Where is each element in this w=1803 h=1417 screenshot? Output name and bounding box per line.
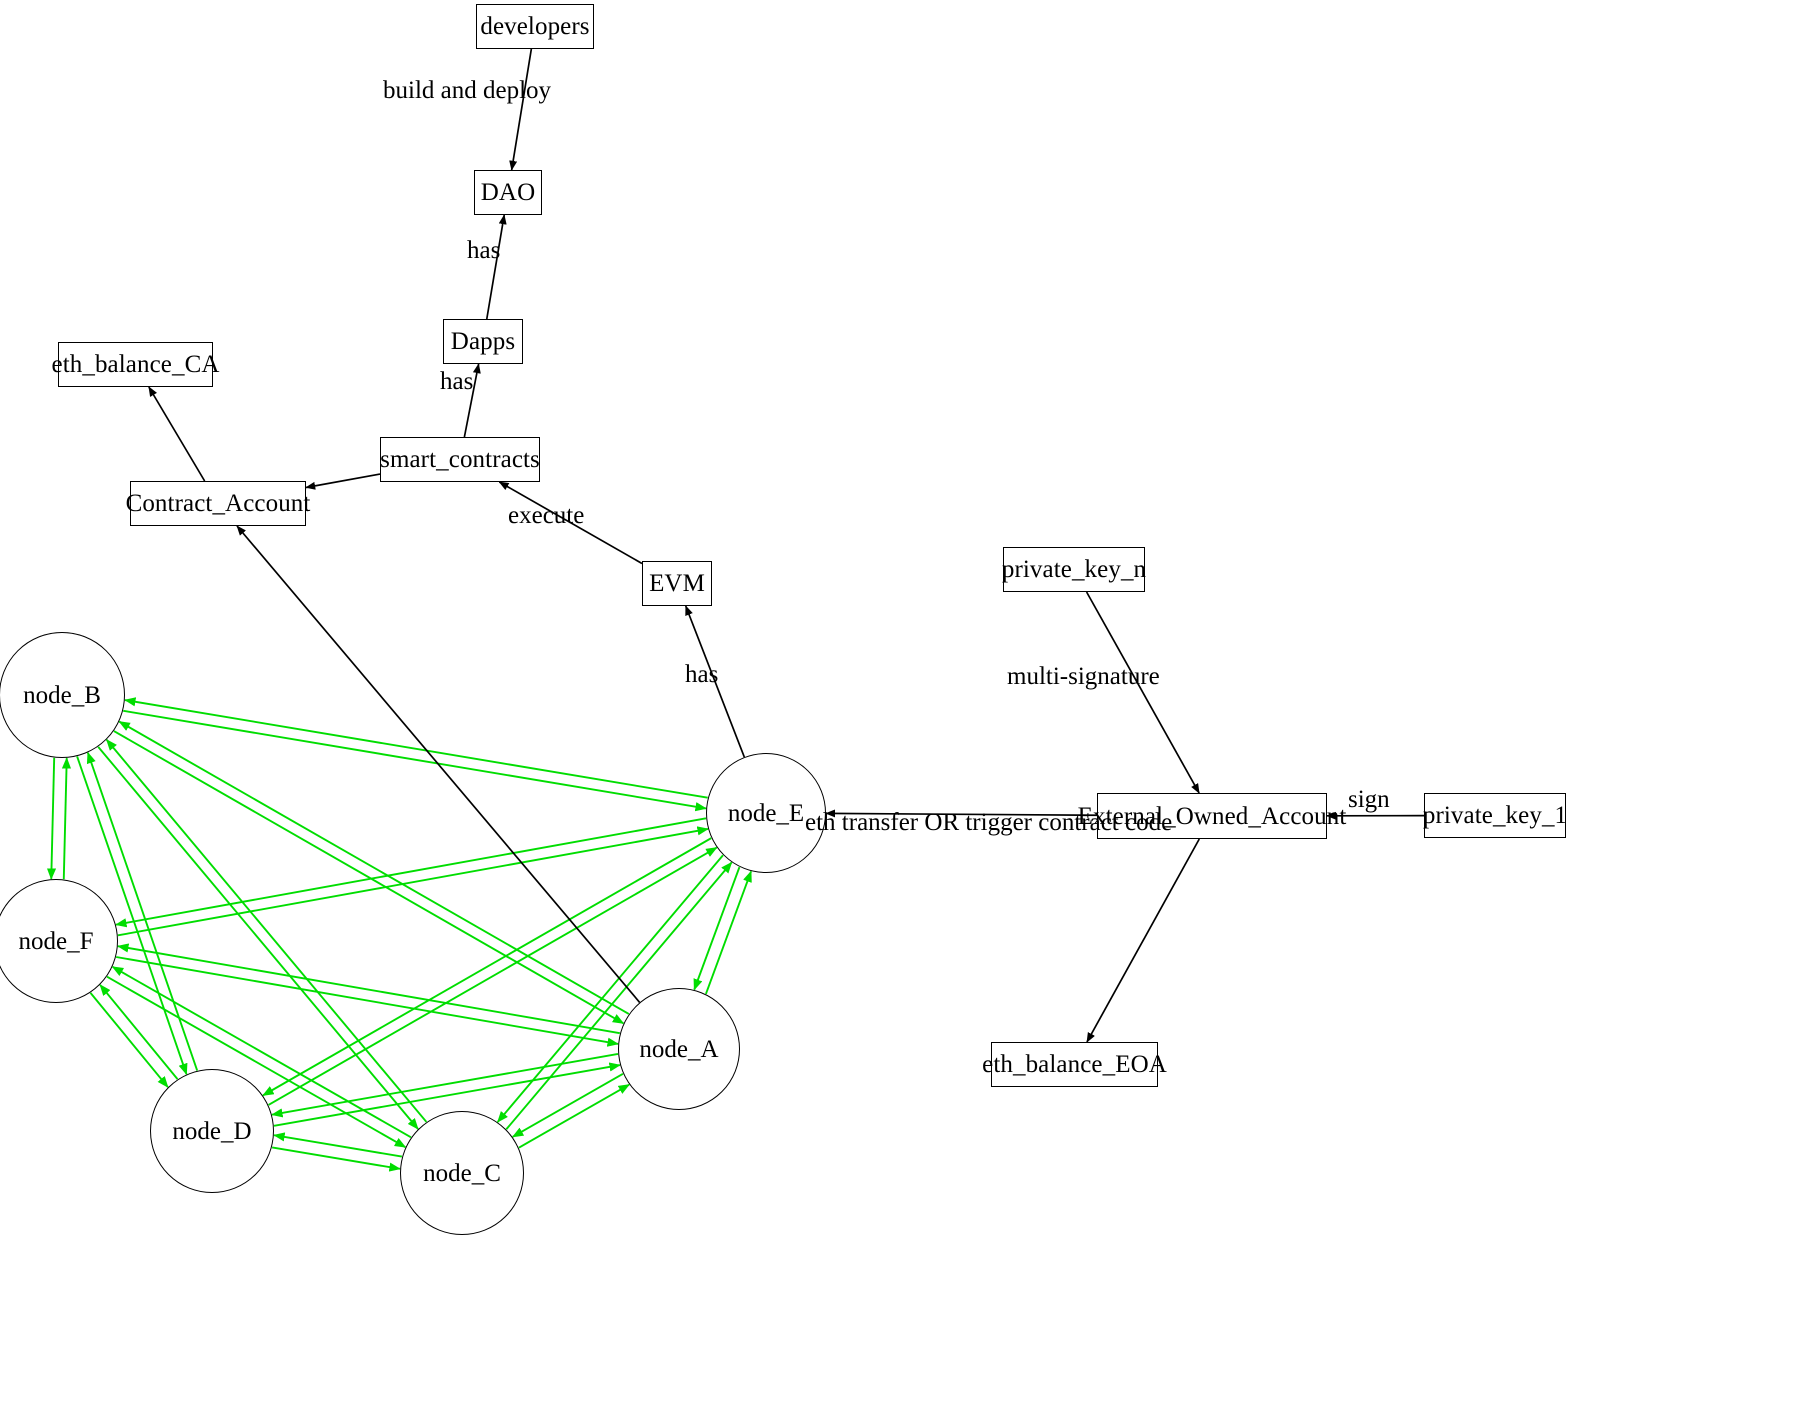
peer-edge-node_B-to-node_C [97, 746, 419, 1130]
black-edge-group [148, 48, 1425, 1043]
box-node-DAO[interactable]: DAO [474, 170, 542, 215]
peer-edge-node_F-to-node_E [117, 826, 709, 937]
edge-label-has-dao-dapps: has [467, 237, 501, 264]
peer-edge-node_F-to-node_B [61, 757, 72, 880]
edge-label-multi-signature: multi-signature [1007, 663, 1160, 690]
peer-edge-node_C-to-node_D [273, 1132, 403, 1158]
circle-node-node_D[interactable]: node_D [150, 1069, 274, 1193]
edge-label-eth-transfer: eth transfer OR trigger contract code [805, 809, 1173, 836]
edge-layer [46, 48, 1425, 1172]
circle-node-node_C[interactable]: node_C [400, 1111, 524, 1235]
peer-edge-node_A-to-node_E [705, 870, 752, 995]
edge-label-execute: execute [508, 502, 585, 529]
black-edge-dapps-to-dao [485, 214, 507, 320]
peer-edge-node_B-to-node_E [123, 709, 707, 812]
circle-node-node_A[interactable]: node_A [618, 988, 740, 1110]
circle-node-node_F[interactable]: node_F [0, 879, 118, 1003]
peer-edge-node_B-to-node_A [113, 730, 625, 1025]
box-node-eth_balance_EOA[interactable]: eth_balance_EOA [982, 1042, 1167, 1087]
black-edge-developers-to-dao [509, 48, 533, 171]
peer-edge-node_D-to-node_C [271, 1146, 401, 1172]
edge-label-build-and-deploy: build and deploy [383, 77, 552, 104]
diagram-canvas: developers DAO Dapps eth_balance_CA smart_co… [0, 0, 1803, 1417]
circle-node-node_B[interactable]: node_B [0, 632, 125, 758]
box-node-eth_balance_CA[interactable]: eth_balance_CA [52, 342, 219, 387]
peer-edge-node_F-to-node_A [115, 956, 619, 1047]
peer-edge-node_A-to-node_D [271, 1053, 619, 1118]
peer-edge-node_C-to-node_B [105, 739, 428, 1123]
edge-label-sign: sign [1348, 786, 1390, 813]
box-node-Contract_Account[interactable]: Contract_Account [126, 481, 310, 526]
box-node-Dapps[interactable]: Dapps [443, 319, 523, 364]
peer-edge-node_A-to-node_F [117, 943, 620, 1035]
black-edge-eoa-to-ethbaleoa [1086, 838, 1201, 1043]
black-edge-ca-to-ethbalca [148, 386, 206, 482]
peer-edge-node_A-to-node_C [511, 1073, 624, 1138]
peer-edge-node_D-to-node_F [99, 984, 179, 1080]
edge-label-has-evm-nodeE: has [685, 661, 719, 688]
peer-edge-node_E-to-node_B [124, 697, 708, 799]
edge-label-has-dapps-sc: has [440, 368, 474, 395]
box-node-private_key_n[interactable]: private_key_n [1002, 547, 1146, 592]
black-edge-sc-to-ca [305, 473, 381, 490]
peer-edge-node_A-to-node_B [118, 720, 630, 1015]
box-node-developers[interactable]: developers [476, 4, 594, 49]
box-node-smart_contracts[interactable]: smart_contracts [380, 437, 540, 482]
box-node-EVM[interactable]: EVM [642, 561, 712, 606]
black-edge-pkn-to-eoa [1085, 591, 1200, 794]
black-edge-nodeA-to-ca [236, 525, 641, 1003]
peer-edge-node_F-to-node_D [89, 992, 169, 1088]
peer-edge-node_B-to-node_F [46, 757, 57, 880]
box-node-private_key_1[interactable]: private_key_1 [1423, 793, 1567, 838]
peer-edge-node_C-to-node_A [518, 1083, 630, 1149]
peer-edge-node_E-to-node_A [693, 866, 741, 991]
peer-edge-node_E-to-node_F [115, 817, 707, 928]
